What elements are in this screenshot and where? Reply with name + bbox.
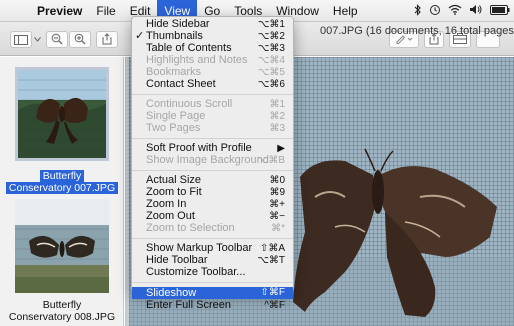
menu-item-single-page: Single Page ⌘2 [132,110,293,123]
menu-item-label: Show Image Background [146,154,269,166]
menu-item-two-pages: Two Pages ⌘3 [132,122,293,135]
menu-item-shortcut: ⌘0 [269,175,285,186]
menu-item-label: Show Markup Toolbar [146,242,253,254]
menu-item-label: Slideshow [146,287,197,299]
window-title: 007.JPG (16 documents, 16 total pages) [320,25,514,37]
time-machine-icon[interactable] [429,4,441,19]
menu-help[interactable]: Help [326,0,365,22]
menu-item-label: Actual Size [146,174,202,186]
menu-item-label: Table of Contents [146,42,232,54]
menu-item-label: Hide Toolbar [146,254,208,266]
menu-item-zoom-out[interactable]: Zoom Out ⌘− [132,210,293,223]
battery-icon[interactable] [490,4,510,18]
menu-item-shortcut: ⌘9 [269,187,285,198]
menu-item-shortcut: ^⌘F [264,300,285,311]
view-dropdown-chevron-icon[interactable] [33,31,42,48]
zoom-out-button[interactable] [46,31,68,48]
menu-item-slideshow[interactable]: Slideshow ⇧⌘F [132,287,293,299]
menu-item-shortcut: ⌥⌘6 [257,79,285,90]
status-icons [414,0,510,22]
menu-item-shortcut: ⌘1 [269,99,285,110]
menu-separator [132,282,293,283]
menu-item-label: Two Pages [146,122,201,134]
menu-item-label: Contact Sheet [146,78,216,90]
menu-item-shortcut: ⌥⌘3 [257,43,285,54]
share-button[interactable] [96,31,118,48]
menu-item-actual-size[interactable]: Actual Size ⌘0 [132,174,293,187]
menu-item-label: Highlights and Notes [146,54,248,66]
menu-item-highlights-and-notes: Highlights and Notes ⌥⌘4 [132,54,293,67]
thumbnail-008-caption-line2: Conservatory 008.JPG [8,311,116,323]
menu-item-zoom-to-selection: Zoom to Selection ⌘* [132,222,293,235]
menu-item-label: Hide Sidebar [146,18,210,30]
thumbnail-008-caption[interactable]: Butterfly Conservatory 008.JPG [0,299,124,323]
menu-item-soft-proof-with-profile[interactable]: Soft Proof with Profile ▶ [132,142,293,155]
menu-item-label: Thumbnails [146,30,203,42]
menu-item-customize-toolbar[interactable]: Customize Toolbar... [132,267,293,278]
menu-item-thumbnails[interactable]: ✓ Thumbnails ⌥⌘2 [132,30,293,43]
thumbnail-007-caption-line2: Conservatory 007.JPG [5,182,119,194]
view-menu-dropdown: Hide Sidebar ⌥⌘1 ✓ Thumbnails ⌥⌘2 Table of Co… [131,16,294,311]
menu-item-shortcut: ⌥⌘1 [257,19,285,30]
menu-item-label: Single Page [146,110,206,122]
menu-item-shortcut: ⌥⌘5 [257,67,285,78]
submenu-arrow-icon: ▶ [277,143,285,154]
menu-item-show-markup-toolbar[interactable]: Show Markup Toolbar ⇧⌘A [132,242,293,255]
menu-item-label: Bookmarks [146,66,202,78]
volume-icon[interactable] [469,4,483,18]
menu-separator [132,138,293,139]
menu-item-label: Continuous Scroll [146,98,233,110]
menu-separator [132,170,293,171]
zoom-in-button[interactable] [69,31,91,48]
thumbnail-sidebar: Butterfly Conservatory 007.JPG Butterfly… [0,57,124,326]
menu-item-hide-sidebar[interactable]: Hide Sidebar ⌥⌘1 [132,18,293,31]
menu-item-label: Zoom to Fit [146,186,202,198]
menu-item-show-image-background: Show Image Background ⌥⌘B [132,154,293,167]
menu-item-shortcut: ⇧⌘A [259,243,285,254]
sidebar-toggle-button[interactable] [10,31,32,48]
menu-item-zoom-to-fit[interactable]: Zoom to Fit ⌘9 [132,186,293,199]
menu-app-preview[interactable]: Preview [30,0,89,22]
menu-item-shortcut: ⌘+ [269,199,285,210]
menu-item-shortcut: ⌥⌘T [257,255,285,266]
menu-item-shortcut: ⌘* [271,223,285,234]
menu-item-label: Enter Full Screen [146,299,231,311]
menu-item-label: Soft Proof with Profile [146,142,252,154]
menu-item-continuous-scroll: Continuous Scroll ⌘1 [132,98,293,111]
menu-item-shortcut: ⌥⌘B [256,155,285,166]
menu-item-enter-full-screen[interactable]: Enter Full Screen ^⌘F [132,299,293,312]
wifi-icon[interactable] [448,4,462,18]
bluetooth-icon[interactable] [414,3,422,19]
menu-item-label: Zoom Out [146,210,195,222]
menu-item-shortcut: ⌘3 [269,123,285,134]
menu-item-bookmarks: Bookmarks ⌥⌘5 [132,66,293,79]
menu-separator [132,238,293,239]
menu-item-shortcut: ⇧⌘F [260,287,286,298]
menu-item-hide-toolbar[interactable]: Hide Toolbar ⌥⌘T [132,254,293,267]
menu-file[interactable]: File [89,0,122,22]
menu-item-label: Customize Toolbar... [146,266,246,278]
menu-separator [132,94,293,95]
menu-item-shortcut: ⌘− [269,211,285,222]
menu-item-shortcut: ⌘2 [269,111,285,122]
thumbnail-008-caption-line1: Butterfly [42,299,82,311]
thumbnail-007[interactable] [15,67,109,161]
thumbnail-007-caption[interactable]: Butterfly Conservatory 007.JPG [0,170,124,194]
menu-item-table-of-contents[interactable]: Table of Contents ⌥⌘3 [132,42,293,55]
thumbnail-007-caption-line1: Butterfly [39,170,85,182]
menu-item-zoom-in[interactable]: Zoom In ⌘+ [132,198,293,211]
menu-item-contact-sheet[interactable]: Contact Sheet ⌥⌘6 [132,78,293,91]
thumbnail-008[interactable] [15,199,109,293]
menu-item-shortcut: ⌥⌘4 [257,55,285,66]
menu-item-label: Zoom In [146,198,187,210]
checkmark-icon: ✓ [135,30,145,42]
menu-item-shortcut: ⌥⌘2 [257,31,285,42]
menu-item-label: Zoom to Selection [146,222,235,234]
